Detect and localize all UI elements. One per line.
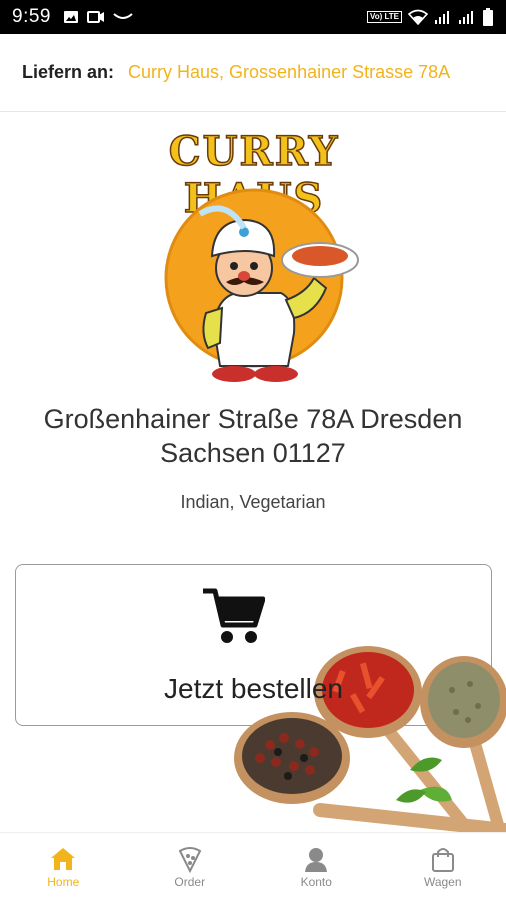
cuisine-tags: Indian, Vegetarian [180, 492, 326, 512]
nav-account-label: Konto [300, 874, 332, 889]
address-line-2: Sachsen 01127 [160, 438, 346, 468]
status-time: 9:59 [12, 6, 51, 27]
home-icon [51, 847, 76, 870]
nav-home[interactable]: Home [0, 833, 127, 900]
wifi-icon [408, 9, 428, 25]
missed-call-icon [113, 13, 133, 19]
signal-icon-2 [459, 11, 473, 24]
deliver-label: Liefern an: [22, 62, 115, 82]
nav-order[interactable]: Order [127, 833, 254, 900]
delivery-address[interactable]: Curry Haus, Grossenhainer Strasse 78A [128, 62, 470, 83]
delivery-header[interactable]: Liefern an: Curry Haus, Grossenhainer St… [0, 34, 506, 112]
address-line-1: Großenhainer Straße 78A Dresden [43, 404, 463, 434]
signal-icon-1 [435, 11, 449, 24]
order-now-label: Jetzt bestellen [164, 673, 343, 704]
restaurant-logo: CURRY HAUS [116, 127, 392, 390]
chef-mascot-icon [164, 188, 359, 382]
bottom-navigation: Home Order Konto Wagen [0, 832, 506, 900]
nav-order-label: Order [174, 874, 206, 889]
battery-icon [483, 8, 493, 26]
nav-home-label: Home [47, 874, 80, 889]
shopping-cart-icon [203, 588, 265, 643]
gallery-icon [63, 11, 78, 23]
nav-account[interactable]: Konto [253, 833, 380, 900]
video-icon [86, 11, 104, 23]
pizza-icon [178, 846, 202, 873]
shopping-bag-icon [431, 847, 454, 872]
nav-cart[interactable]: Wagen [380, 833, 506, 900]
user-icon [305, 847, 328, 872]
status-bar: 9:59 Vo) LTE [0, 0, 506, 34]
volte-badge: Vo) LTE [366, 11, 402, 23]
nav-cart-label: Wagen [423, 874, 462, 889]
restaurant-address: Großenhainer Straße 78A Dresden Sachsen … [0, 402, 506, 470]
spices-image [234, 646, 506, 832]
